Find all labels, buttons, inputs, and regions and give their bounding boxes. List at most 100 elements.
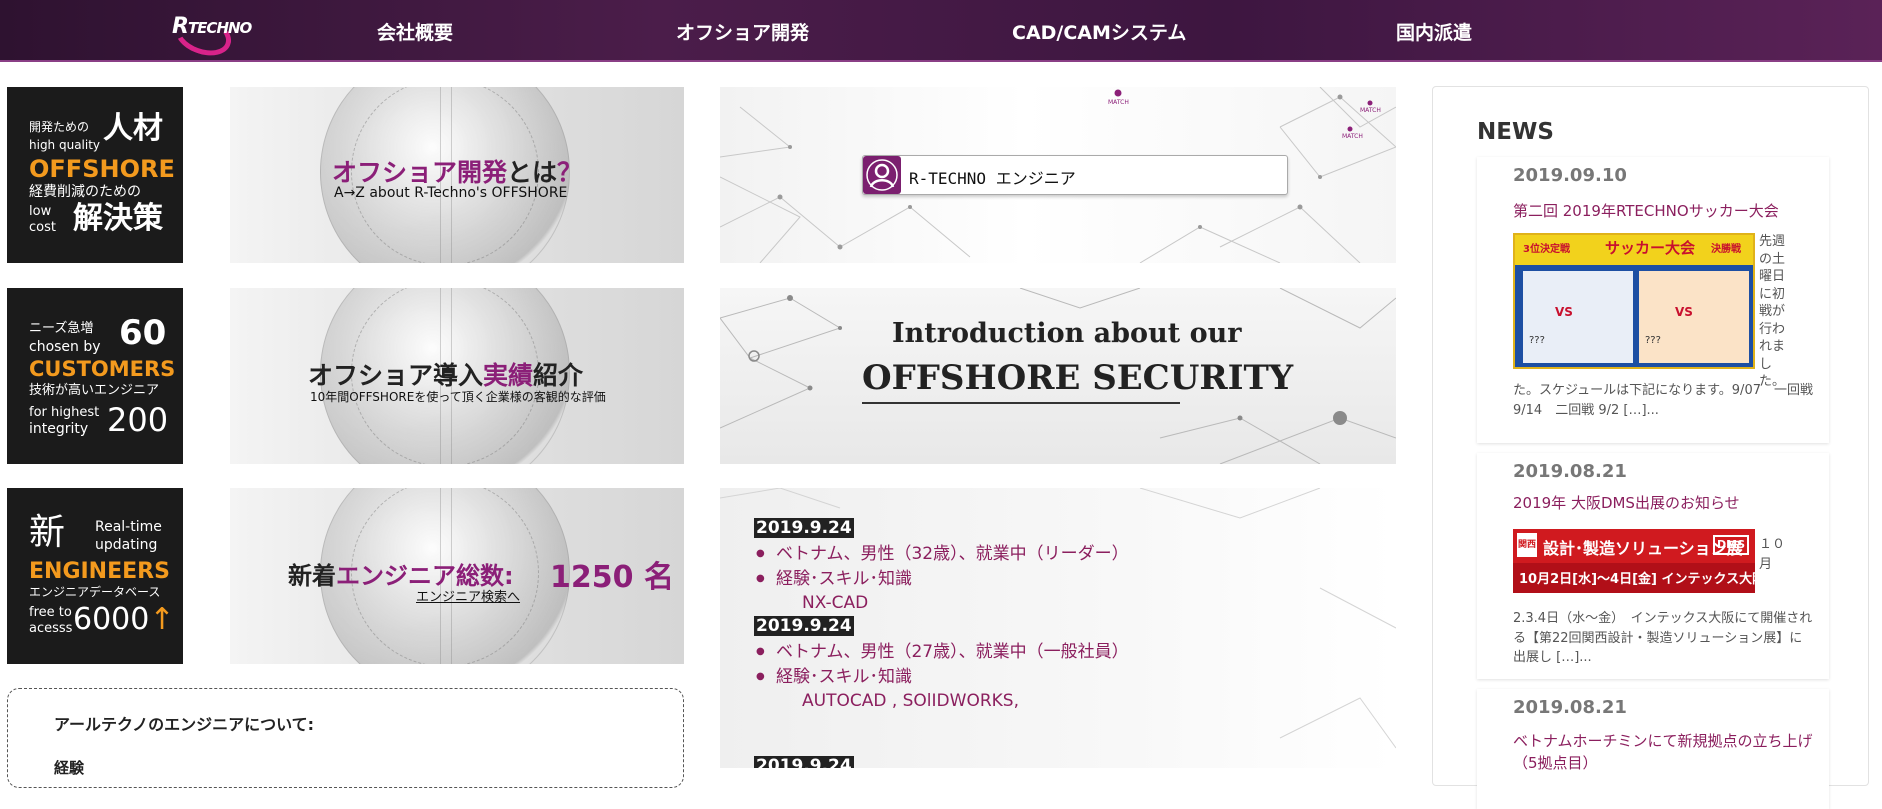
- tile-text: エンジニアデータベース: [29, 585, 161, 599]
- engineer-search-link[interactable]: エンジニア検索へ: [416, 586, 520, 605]
- image-text: 関西: [1517, 533, 1537, 557]
- news-item: 2019.08.21 ベトナムホーチミンにて新規拠点の立ち上げ（5拠点目）: [1477, 689, 1829, 809]
- tile-text: ニーズ急増: [29, 321, 94, 336]
- image-text: VS: [1555, 305, 1573, 319]
- tile-text: free to: [29, 605, 72, 620]
- engineer-count-banner[interactable]: 新着エンジニア総数: 1250 名 エンジニア検索へ: [230, 488, 684, 664]
- engineer-match-banner[interactable]: MATCH MATCH MATCH R-TECHNO エンジニア: [720, 87, 1396, 263]
- top-navigation-bar: RTECHNO 会社概要 オフショア開発 CAD/CAMシステム 国内派遣: [0, 0, 1882, 63]
- news-panel: NEWS 2019.09.10 第二回 2019年RTECHNOサッカー大会 3…: [1432, 86, 1869, 809]
- engineer-total-count: 1250 名: [550, 560, 674, 595]
- tile-text: OFFSHORE: [29, 155, 175, 183]
- nav-domestic-dispatch[interactable]: 国内派遣: [1396, 18, 1472, 45]
- banner-subtitle: A→Z about R-Techno's OFFSHORE: [334, 185, 568, 201]
- news-headline-link[interactable]: 2019年 大阪DMS出展のお知らせ: [1513, 493, 1740, 515]
- engineer-search-label: R-TECHNO エンジニア: [909, 169, 1076, 188]
- tile-text: cost: [29, 220, 56, 235]
- tile-text: high quality: [29, 138, 101, 152]
- match-label: MATCH: [1342, 133, 1363, 140]
- tile-text: chosen by: [29, 339, 101, 355]
- banner-title: 新着: [288, 562, 336, 590]
- banner-title: 実績: [483, 361, 534, 390]
- post-date: 2019.9.24: [754, 616, 854, 636]
- news-item: 2019.09.10 第二回 2019年RTECHNOサッカー大会 3位決定戦 …: [1477, 157, 1829, 443]
- tile-text: 6000: [73, 602, 150, 637]
- post-skills-label[interactable]: 経験･スキル･知識: [754, 567, 1129, 592]
- r-techno-logo[interactable]: RTECHNO: [169, 7, 280, 63]
- offshore-promo-tile[interactable]: 開発ための 人材 high quality OFFSHORE 経費削減のための …: [7, 87, 183, 263]
- post-profile[interactable]: ベトナム、男性（32歳）、就業中（リーダー）: [754, 542, 1129, 567]
- banner-title: ？: [557, 158, 583, 187]
- tile-text: 新: [29, 512, 66, 553]
- tile-text: 開発ための: [29, 120, 90, 134]
- news-excerpt: た。スケジュールは下記になります。9/07 一回戦 9/14 二回戦 9/2 […: [1513, 383, 1813, 418]
- banner-title: オフショア開発: [332, 158, 508, 187]
- offshore-about-banner[interactable]: オフショア開発とは？ A→Z about R-Techno's OFFSHORE: [230, 87, 684, 263]
- nav-offshore-development[interactable]: オフショア開発: [676, 18, 809, 45]
- match-label: MATCH: [1360, 107, 1381, 114]
- about-heading: アールテクノのエンジニアについて:: [54, 715, 314, 734]
- soccer-tournament-image[interactable]: 3位決定戦 サッカー大会 決勝戦 VS VS ??? ???: [1513, 233, 1755, 369]
- image-text: 10月2日[水]～4日[金] インテックス大阪: [1519, 572, 1755, 587]
- image-text: ???: [1529, 335, 1545, 346]
- nav-company-overview[interactable]: 会社概要: [377, 18, 453, 45]
- about-engineers-box: アールテクノのエンジニアについて: 経験: [7, 688, 684, 788]
- post-date: 2019.9.24: [754, 518, 854, 538]
- news-side-text: １０月: [1759, 537, 1786, 572]
- engineer-post: 2019.9.24 ベトナム、男性（27歳）、就業中（一般社員） 経験･スキル･…: [754, 616, 1129, 714]
- tile-text: ENGINEERS: [29, 559, 170, 584]
- tile-text: low: [29, 204, 52, 219]
- tile-text: 200: [107, 401, 169, 439]
- customers-promo-tile[interactable]: ニーズ急増 chosen by 60 CUSTOMERS 技術が高いエンジニア …: [7, 288, 183, 464]
- image-text: 3位決定戦: [1523, 244, 1570, 255]
- tile-text: Real-time: [95, 519, 162, 535]
- tile-text: for highest: [29, 405, 100, 420]
- banner-subtitle: 10年間OFFSHOREを使って頂く企業様の客観的な評価: [310, 390, 606, 404]
- new-engineers-feed: 2019.9.24 ベトナム、男性（32歳）、就業中（リーダー） 経験･スキル･…: [720, 488, 1396, 768]
- tile-text: 60: [119, 313, 167, 353]
- banner-title: 紹介: [533, 361, 584, 390]
- image-text: VS: [1675, 305, 1693, 319]
- up-arrow-icon: ↑: [149, 602, 175, 637]
- tile-text: 技術が高いエンジニア: [29, 383, 160, 398]
- engineers-promo-tile[interactable]: 新 Real-time updating ENGINEERS エンジニアデータベ…: [7, 488, 183, 664]
- match-label: MATCH: [1108, 99, 1129, 106]
- offshore-results-banner[interactable]: オフショア導入実績紹介 10年間OFFSHOREを使って頂く企業様の客観的な評価: [230, 288, 684, 464]
- engineer-post: 2019.9.24: [754, 756, 854, 768]
- news-date: 2019.09.10: [1513, 165, 1627, 186]
- post-profile[interactable]: ベトナム、男性（27歳）、就業中（一般社員）: [754, 640, 1129, 665]
- banner-title: とは: [507, 158, 558, 187]
- tile-text: 人材: [103, 111, 163, 146]
- offshore-security-banner[interactable]: Introduction about our OFFSHORE SECURITY: [720, 288, 1396, 464]
- news-title: NEWS: [1477, 119, 1554, 145]
- news-headline-link[interactable]: 第二回 2019年RTECHNOサッカー大会: [1513, 201, 1779, 223]
- image-text: 決勝戦: [1711, 244, 1741, 255]
- security-intro-text: Introduction about our: [892, 318, 1242, 349]
- security-title: OFFSHORE SECURITY: [862, 358, 1294, 398]
- logo-wordmark: TECHNO: [187, 19, 252, 37]
- engineer-post: 2019.9.24 ベトナム、男性（32歳）、就業中（リーダー） 経験･スキル･…: [754, 518, 1129, 616]
- image-text: サッカー大会: [1605, 239, 1696, 257]
- user-search-icon: [863, 156, 901, 194]
- tile-text: acesss: [29, 621, 73, 636]
- post-date: 2019.9.24: [754, 756, 854, 768]
- news-date: 2019.08.21: [1513, 697, 1627, 718]
- post-skills-label[interactable]: 経験･スキル･知識: [754, 665, 1129, 690]
- tile-text: integrity: [29, 421, 89, 437]
- news-date: 2019.08.21: [1513, 461, 1627, 482]
- post-skill-value: NX-CAD: [802, 593, 869, 614]
- logo-letter: R: [172, 14, 189, 39]
- news-side-text: 先週の土曜日に初戦が行われました。: [1759, 234, 1786, 390]
- banner-title: オフショア導入: [308, 361, 484, 390]
- nav-cad-cam-system[interactable]: CAD/CAMシステム: [1012, 18, 1186, 45]
- tile-text: CUSTOMERS: [29, 357, 176, 381]
- engineer-search-box[interactable]: R-TECHNO エンジニア: [862, 155, 1288, 195]
- image-text: ???: [1645, 335, 1661, 346]
- tile-text: 解決策: [73, 201, 163, 236]
- news-excerpt: 2.3.4日（水～金） インテックス大阪にて開催される【第22回関西設計・製造ソ…: [1513, 611, 1813, 665]
- dms-exhibition-banner[interactable]: 関西 設計･製造ソリューション展 DMS 10月2日[水]～4日[金] インテッ…: [1513, 529, 1755, 593]
- news-item: 2019.08.21 2019年 大阪DMS出展のお知らせ 関西 設計･製造ソリ…: [1477, 453, 1829, 679]
- tile-text: updating: [95, 537, 158, 553]
- image-text: DMS: [1713, 535, 1749, 555]
- post-skill-value: AUTOCAD , SOlIDWORKS,: [802, 691, 1019, 712]
